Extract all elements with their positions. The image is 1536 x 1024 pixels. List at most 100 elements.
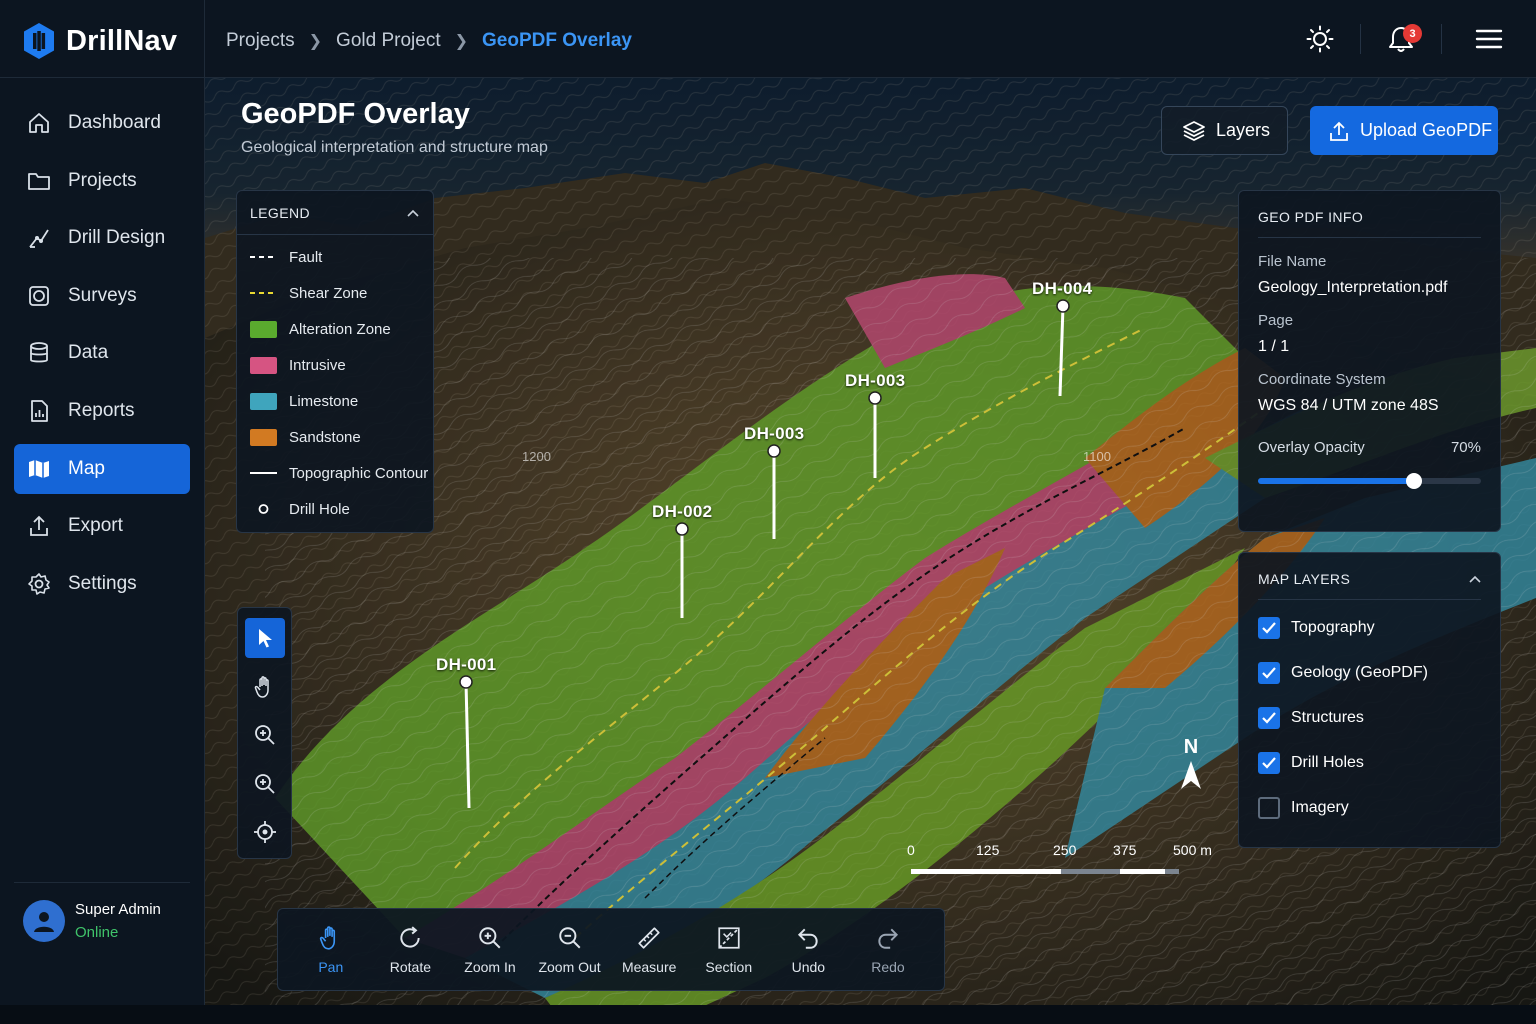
slider-handle[interactable] [1406,473,1423,489]
checkbox[interactable] [1258,706,1280,729]
zoom-in-tool-button[interactable] [245,715,285,755]
sidebar-item-data[interactable]: Data [14,328,190,378]
ruler-icon [638,926,660,949]
drill-hole-label[interactable]: DH-001 [436,655,496,675]
sidebar: Dashboard Projects Drill Design Surveys … [0,78,205,1024]
page-label: Page [1258,312,1294,329]
layer-toggle-imagery[interactable]: Imagery [1258,785,1481,830]
checkbox[interactable] [1258,751,1280,774]
sidebar-item-label: Dashboard [68,112,161,133]
locate-tool-button[interactable] [245,812,285,852]
layers-icon [1183,120,1205,141]
layer-toggle-drill-holes[interactable]: Drill Holes [1258,740,1481,785]
upload-button-label: Upload GeoPDF [1360,120,1493,140]
undo-button[interactable]: Undo [769,925,849,975]
toolbar-label: Zoom In [464,958,516,975]
bottom-toolbar: Pan Rotate Zoom In Zoom Out Measure Sect… [277,908,945,991]
select-cursor-icon [258,629,272,648]
legend-panel: LEGEND Fault Shear Zone Alteration Zone … [236,190,434,533]
sidebar-item-label: Export [68,515,123,537]
opacity-slider[interactable] [1258,473,1481,489]
scale-bar: 0 125 250 375 500 m [905,842,1215,882]
upload-geopdf-button[interactable]: Upload GeoPDF [1310,106,1498,155]
sidebar-item-reports[interactable]: Reports [14,386,190,436]
checkbox[interactable] [1258,661,1280,684]
sidebar-item-settings[interactable]: Settings [14,559,190,609]
sidebar-item-drill-design[interactable]: Drill Design [14,213,190,263]
scale-bar-segments [911,869,1179,874]
app-logo[interactable]: DrillNav [22,22,177,60]
drill-hole-label[interactable]: DH-003 [845,371,905,391]
measure-button[interactable]: Measure [609,925,689,975]
sidebar-item-export[interactable]: Export [14,501,190,551]
sidebar-item-label: Settings [68,572,137,594]
layer-label: Imagery [1291,798,1349,816]
breadcrumb-projects[interactable]: Projects [226,30,295,52]
opacity-label: Overlay Opacity [1258,439,1365,456]
zoom-out-tool-button[interactable] [245,764,285,804]
notifications-button[interactable]: 3 [1361,0,1441,78]
drill-hole-label[interactable]: DH-002 [652,502,712,522]
page-title: GeoPDF Overlay [241,98,470,130]
section-button[interactable]: Section [689,925,769,975]
report-icon [26,398,52,424]
layer-toggle-structures[interactable]: Structures [1258,695,1481,740]
zoom-in-button[interactable]: Zoom In [450,925,530,975]
sidebar-item-dashboard[interactable]: Dashboard [14,98,190,148]
rotate-icon [400,925,421,948]
sidebar-item-map[interactable]: Map [14,443,190,494]
select-tool-button[interactable] [244,618,285,658]
legend-item: Sandstone [237,419,433,455]
opacity-value: 70% [1450,439,1481,456]
hand-icon [254,675,269,698]
map-icon [26,456,52,482]
limestone-swatch [250,392,277,410]
folder-icon [26,168,52,194]
checkbox[interactable] [1258,616,1280,639]
sidebar-item-projects[interactable]: Projects [14,156,190,206]
layers-button[interactable]: Layers [1161,106,1288,155]
scale-label: 500 m [1173,842,1212,858]
redo-button[interactable]: Redo [848,925,928,975]
layer-toggle-geology[interactable]: Geology (GeoPDF) [1258,650,1481,695]
undo-icon [798,928,819,949]
hamburger-menu-icon [1475,29,1503,49]
checkbox[interactable] [1258,796,1280,819]
map-tool-strip [237,607,292,859]
legend-item: Drill Hole [237,491,433,527]
zoom-out-button[interactable]: Zoom Out [530,925,610,975]
legend-list: Fault Shear Zone Alteration Zone Intrusi… [237,235,433,527]
slider-fill [1258,478,1415,484]
sidebar-item-surveys[interactable]: Surveys [14,271,190,321]
divider [14,882,190,883]
user-profile[interactable]: Super Admin Online [23,900,161,942]
legend-item: Limestone [237,383,433,419]
legend-item: Intrusive [237,347,433,383]
legend-item: Fault [237,239,433,275]
drill-hole-label[interactable]: DH-004 [1032,279,1092,299]
chevron-up-icon[interactable] [407,209,419,217]
pan-button[interactable]: Pan [291,925,371,975]
check-icon [1262,621,1276,634]
file-name-label: File Name [1258,253,1327,270]
chevron-up-icon[interactable] [1469,575,1481,583]
pan-tool-button[interactable] [245,667,285,707]
top-actions: 3 [1280,0,1536,78]
sidebar-item-label: Drill Design [68,227,166,249]
rotate-button[interactable]: Rotate [371,925,451,975]
redo-icon [878,928,898,949]
toolbar-label: Measure [621,958,677,975]
map-layers-header[interactable]: MAP LAYERS [1258,571,1481,600]
intrusive-swatch [250,356,277,374]
north-label: N [1183,736,1199,758]
scale-label: 375 [1113,842,1137,858]
breadcrumb-gold-project[interactable]: Gold Project [336,30,441,52]
legend-label: Sandstone [289,428,361,446]
theme-toggle-button[interactable] [1280,0,1360,78]
layer-toggle-topography[interactable]: Topography [1258,605,1481,650]
drill-hole-label[interactable]: DH-003 [744,424,804,444]
north-arrow-icon [1181,761,1201,789]
legend-header[interactable]: LEGEND [237,191,433,235]
legend-label: Drill Hole [289,500,350,518]
menu-button[interactable] [1442,0,1536,78]
